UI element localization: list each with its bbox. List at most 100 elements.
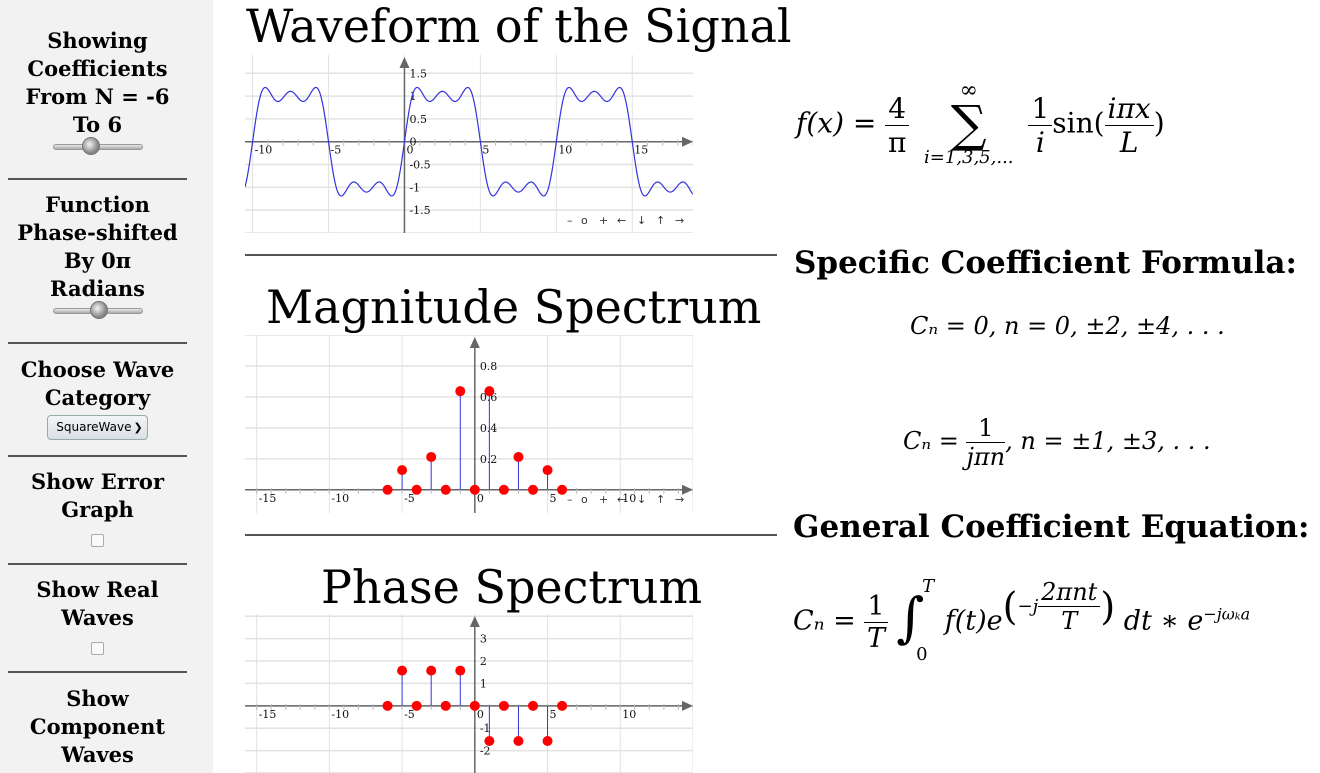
formula-lhs: Cₙ =	[903, 427, 967, 455]
data-point	[426, 665, 437, 676]
data-point	[411, 484, 422, 495]
wave-category-control: Choose Wave Category SquareWave ❯	[8, 356, 187, 440]
y-tick-label: -0.5	[409, 159, 430, 172]
specific-formula-even: Cₙ = 0, n = 0, ±2, ±4, . . .	[910, 312, 1225, 340]
chart-nav-control[interactable]: –	[567, 493, 573, 506]
exponent: (−j 2πnt T)	[1002, 578, 1116, 635]
sum-symbol: ∑	[950, 95, 987, 153]
fraction-numerator: 1	[1028, 92, 1053, 126]
phase-shift-label: Function Phase-shifted By 0π Radians	[8, 191, 187, 303]
wave-category-label: Choose Wave Category	[8, 356, 187, 412]
x-tick-label: 5	[482, 144, 489, 157]
chart-nav-control[interactable]: o	[581, 493, 588, 506]
chart-nav-control[interactable]: →	[675, 493, 684, 506]
data-point	[469, 700, 480, 711]
real-waves-checkbox[interactable]	[91, 642, 104, 655]
coefficients-label-line: Showing	[47, 28, 148, 53]
component-waves-control: Show Component Waves	[8, 685, 187, 769]
component-waves-label-line: Component	[29, 714, 166, 739]
data-point	[382, 700, 393, 711]
chart-nav-control[interactable]: +	[599, 214, 608, 227]
x-tick-label: -10	[255, 144, 273, 157]
y-tick-label: 0.8	[480, 360, 498, 373]
tail-exponent: −jωₖa	[1203, 604, 1251, 624]
chart-nav-control[interactable]: ↑	[656, 493, 665, 506]
y-axis-arrow-icon	[399, 57, 410, 68]
data-point	[411, 700, 422, 711]
data-point	[426, 451, 437, 462]
error-graph-checkbox[interactable]	[91, 534, 104, 547]
integrand: f(t)e	[944, 605, 1003, 637]
x-tick-label: -5	[404, 708, 415, 721]
formula-rhs: , n = ±1, ±3, . . .	[1005, 427, 1211, 455]
phase-shift-slider[interactable]	[52, 301, 143, 319]
specific-formula-odd: Cₙ = 1 jπn, n = ±1, ±3, . . .	[903, 414, 1211, 471]
real-waves-label: Show Real Waves	[8, 576, 187, 632]
phase-shift-control: Function Phase-shifted By 0π Radians	[8, 191, 187, 319]
exponent-fraction: 2πnt T	[1038, 578, 1101, 635]
formula-fraction: 1 jπn	[966, 414, 1006, 471]
x-axis-arrow-icon	[682, 700, 693, 711]
x-tick-label: 15	[634, 144, 648, 157]
y-tick-label: 0	[409, 136, 416, 149]
formula-tail: dt ∗ e	[1123, 605, 1204, 637]
phase-title: Phase Spectrum	[321, 560, 703, 614]
slider-thumb[interactable]	[89, 301, 108, 319]
chart-nav-control[interactable]: ↓	[637, 493, 646, 506]
waveform-chart[interactable]: -10 -5 0 5 10 15-1.5-1-0.500.511.5– o + ← ↓ ↑ →	[245, 55, 693, 233]
error-graph-label-line: Graph	[61, 497, 134, 522]
data-point	[469, 484, 480, 495]
phase-chart[interactable]: -15 -10 -5 0 5 10-2-1123	[245, 614, 693, 773]
x-tick-label: 5	[550, 708, 557, 721]
fraction-numerator: 4	[885, 92, 910, 126]
x-tick-label: 5	[550, 492, 557, 505]
chart-nav-control[interactable]: ↓	[637, 214, 646, 227]
error-graph-label-line: Show Error	[30, 469, 165, 494]
chart-nav-control[interactable]: ←	[617, 214, 626, 227]
sidebar-divider	[8, 178, 187, 180]
sum-lower-limit: i=1,3,5,...	[924, 147, 1014, 168]
coefficients-control: Showing Coefficients From N = -6 To 6	[8, 27, 187, 155]
y-tick-label: 3	[480, 633, 487, 646]
chart-nav-control[interactable]: ↑	[656, 214, 665, 227]
section-divider	[245, 534, 777, 536]
component-waves-label: Show Component Waves	[8, 685, 187, 769]
phase-label-line: Radians	[50, 276, 145, 301]
integral-upper-limit: T	[922, 576, 935, 597]
chart-nav-control[interactable]: +	[599, 493, 608, 506]
general-formula: Cₙ = 1T ∫ T 0 f(t)e(−j 2πnt T) dt ∗ e−jωₖa	[793, 576, 1251, 665]
slider-thumb[interactable]	[82, 137, 101, 155]
integral-symbol: ∫	[896, 586, 925, 649]
coefficients-slider[interactable]	[52, 137, 143, 155]
x-tick-label: -5	[404, 492, 415, 505]
fraction-denominator: π	[887, 125, 907, 159]
phase-label-line: Function	[45, 192, 150, 217]
x-tick-label: -15	[259, 492, 277, 505]
chart-nav-control[interactable]: ←	[617, 493, 626, 506]
x-axis-arrow-icon	[682, 136, 693, 147]
x-tick-label: -15	[259, 708, 277, 721]
chart-nav-control[interactable]: –	[567, 214, 573, 227]
fraction-denominator: i	[1035, 125, 1045, 159]
data-point	[397, 465, 408, 476]
magnitude-chart[interactable]: -15 -10 -5 0 5 100.20.40.60.8– o + ← ↓ ↑ →	[245, 335, 693, 513]
data-point	[397, 665, 408, 676]
y-tick-label: 0.5	[409, 113, 427, 126]
y-tick-label: 0.4	[480, 422, 498, 435]
fraction-denominator: L	[1119, 125, 1139, 159]
wave-category-select[interactable]: SquareWave ❯	[47, 415, 148, 440]
data-point	[455, 386, 466, 397]
coefficients-label: Showing Coefficients From N = -6 To 6	[8, 27, 187, 139]
fraction-numerator: iπx	[1104, 92, 1154, 126]
waveform-title: Waveform of the Signal	[246, 0, 792, 53]
real-waves-control: Show Real Waves	[8, 576, 187, 659]
magnitude-title: Magnitude Spectrum	[266, 280, 762, 334]
fraction-denominator: T	[866, 622, 885, 654]
x-tick-label: -5	[331, 144, 342, 157]
data-point	[484, 735, 495, 746]
chart-nav-control[interactable]: o	[581, 214, 588, 227]
phase-label-line: Phase-shifted	[17, 220, 178, 245]
control-sidebar: Showing Coefficients From N = -6 To 6 Fu…	[0, 0, 213, 773]
y-tick-label: -2	[480, 745, 491, 758]
chart-nav-control[interactable]: →	[675, 214, 684, 227]
